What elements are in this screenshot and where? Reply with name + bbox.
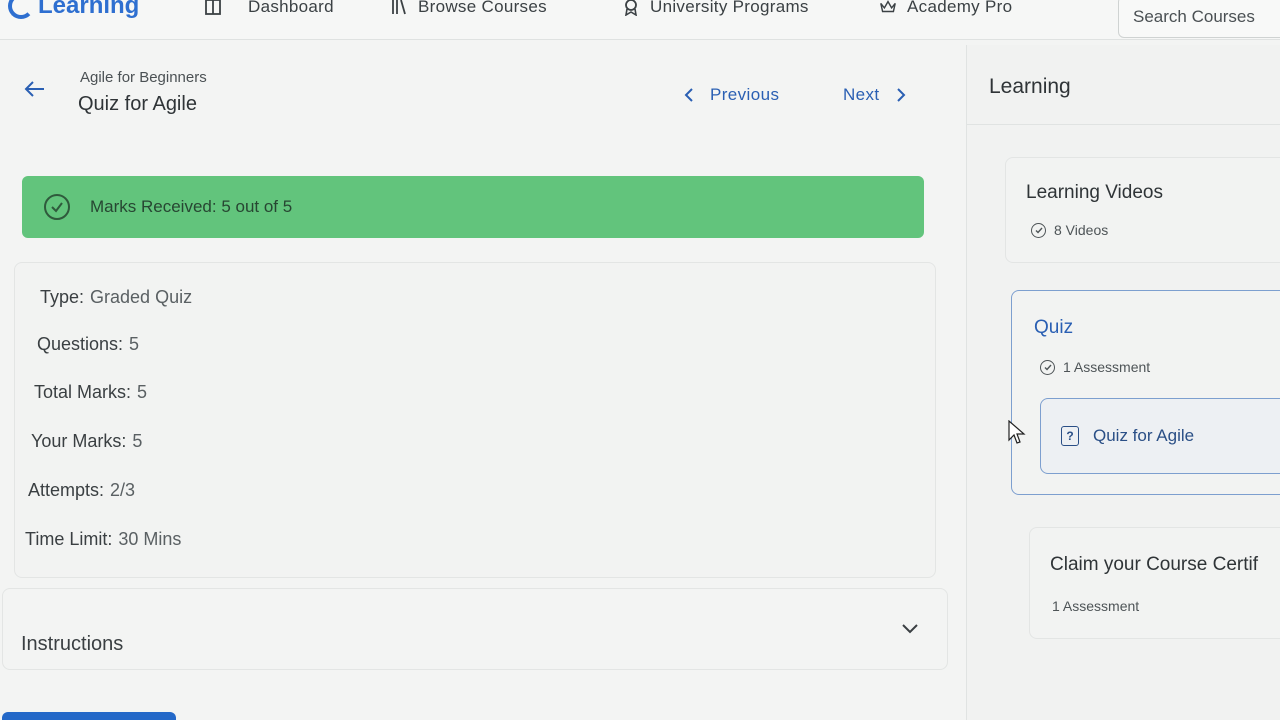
nav-item-label: University Programs <box>650 0 809 16</box>
sidebar-header: Learning <box>967 45 1280 125</box>
crown-icon <box>880 0 896 13</box>
top-nav: Learning Dashboard Browse Courses Univer… <box>0 0 1280 40</box>
detail-label: Questions: <box>37 334 124 354</box>
next-button[interactable]: Next <box>843 85 908 105</box>
quiz-icon: ? <box>1061 426 1079 446</box>
section-meta: 1 Assessment <box>1040 359 1150 375</box>
award-icon <box>625 0 637 16</box>
logo-icon <box>8 0 34 19</box>
detail-your-marks: Your Marks: 5 <box>31 431 142 452</box>
back-arrow-icon[interactable] <box>22 76 48 102</box>
detail-value: 5 <box>137 382 148 402</box>
library-icon <box>392 0 406 15</box>
sidebar-item-quiz-for-agile[interactable]: ? Quiz for Agile <box>1040 398 1280 474</box>
detail-value: 2/3 <box>110 480 136 500</box>
page-title: Quiz for Agile <box>78 93 197 115</box>
banner-text: Marks Received: 5 out of 5 <box>90 197 293 216</box>
previous-button[interactable]: Previous <box>682 85 779 105</box>
detail-value: 5 <box>129 334 140 354</box>
next-label: Next <box>843 85 880 104</box>
learning-sidebar: Learning Learning Videos 8 Videos Quiz 1… <box>966 45 1280 720</box>
detail-label: Total Marks: <box>34 382 132 402</box>
chevron-left-icon <box>684 88 693 102</box>
quiz-details-card: Type: Graded Quiz Questions: 5 Total Marks… <box>14 262 936 578</box>
search-input[interactable]: Search Courses <box>1118 0 1280 38</box>
section-title: Quiz <box>1034 317 1074 338</box>
sidebar-title: Learning <box>989 75 1071 98</box>
detail-attempts: Attempts: 2/3 <box>28 480 135 501</box>
detail-label: Your Marks: <box>31 431 127 451</box>
logo-text: Learning <box>38 0 140 19</box>
marks-banner: Marks Received: 5 out of 5 <box>22 176 924 238</box>
detail-questions: Questions: 5 <box>37 334 139 355</box>
nav-item-university-programs[interactable]: University Programs <box>622 0 809 17</box>
detail-label: Time Limit: <box>25 529 113 549</box>
breadcrumb[interactable]: Agile for Beginners <box>80 69 207 86</box>
section-certificate[interactable]: Claim your Course Certif 1 Assessment <box>1029 527 1280 639</box>
nav-item-dashboard[interactable]: Dashboard <box>204 0 334 17</box>
detail-label: Type: <box>40 287 85 307</box>
section-meta: 8 Videos <box>1031 222 1108 238</box>
nav-item-label: Dashboard <box>248 0 334 16</box>
detail-total-marks: Total Marks: 5 <box>34 382 147 403</box>
primary-action-button[interactable] <box>2 712 176 720</box>
detail-value: 5 <box>132 431 143 451</box>
instructions-label: Instructions <box>21 633 124 655</box>
chevron-down-icon[interactable] <box>899 617 921 639</box>
section-title: Learning Videos <box>1026 182 1163 203</box>
mouse-cursor-icon <box>1008 420 1026 444</box>
nav-item-academy-pro[interactable]: Academy Pro <box>879 0 1012 17</box>
nav-item-label: Browse Courses <box>418 0 547 16</box>
check-circle-icon <box>44 194 70 220</box>
section-learning-videos[interactable]: Learning Videos 8 Videos <box>1005 157 1280 263</box>
previous-label: Previous <box>710 85 780 104</box>
search-placeholder: Search Courses <box>1133 7 1255 26</box>
detail-type: Type: Graded Quiz <box>40 287 192 308</box>
detail-value: Graded Quiz <box>90 287 193 307</box>
sidebar-item-label: Quiz for Agile <box>1093 426 1195 445</box>
nav-item-label: Academy Pro <box>907 0 1013 16</box>
check-circle-icon <box>1040 359 1055 375</box>
section-meta-text: 8 Videos <box>1054 222 1109 238</box>
section-meta: 1 Assessment <box>1052 598 1140 614</box>
dashboard-icon <box>205 0 221 15</box>
instructions-accordion[interactable]: Instructions <box>2 588 948 670</box>
nav-item-browse-courses[interactable]: Browse Courses <box>390 0 547 17</box>
logo[interactable]: Learning <box>8 0 139 20</box>
detail-label: Attempts: <box>28 480 105 500</box>
check-circle-icon <box>1031 222 1046 238</box>
chevron-right-icon <box>896 88 905 102</box>
detail-value: 30 Mins <box>118 529 182 549</box>
section-meta-text: 1 Assessment <box>1063 359 1151 375</box>
detail-time-limit: Time Limit: 30 Mins <box>25 529 181 550</box>
section-title: Claim your Course Certif <box>1050 554 1258 575</box>
